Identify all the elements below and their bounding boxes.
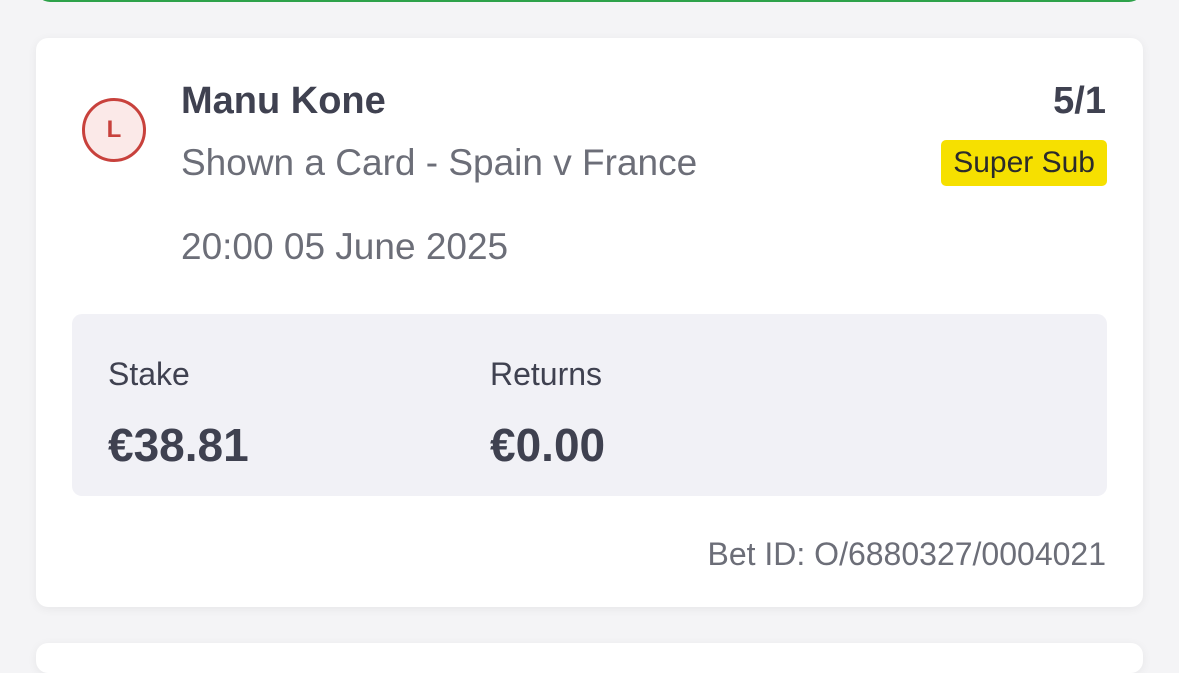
stake-returns-panel: Stake €38.81 Returns €0.00 — [72, 314, 1107, 496]
lost-result-icon: L — [82, 98, 146, 162]
promo-badge: Super Sub — [941, 140, 1107, 186]
next-bet-card[interactable] — [36, 643, 1143, 673]
bet-card[interactable]: L Manu Kone Shown a Card - Spain v Franc… — [36, 38, 1143, 607]
odds: 5/1 — [1053, 80, 1106, 122]
previous-bet-card — [36, 0, 1143, 2]
market-event: Shown a Card - Spain v France — [181, 142, 698, 183]
bet-id: Bet ID: O/6880327/0004021 — [707, 536, 1106, 572]
stake-label: Stake — [108, 356, 190, 392]
returns-value: €0.00 — [490, 419, 606, 471]
stake-value: €38.81 — [108, 419, 249, 471]
returns-label: Returns — [490, 356, 603, 392]
event-datetime: 20:00 05 June 2025 — [181, 226, 509, 267]
result-badge-letter: L — [106, 116, 122, 143]
selection-name: Manu Kone — [181, 80, 386, 122]
